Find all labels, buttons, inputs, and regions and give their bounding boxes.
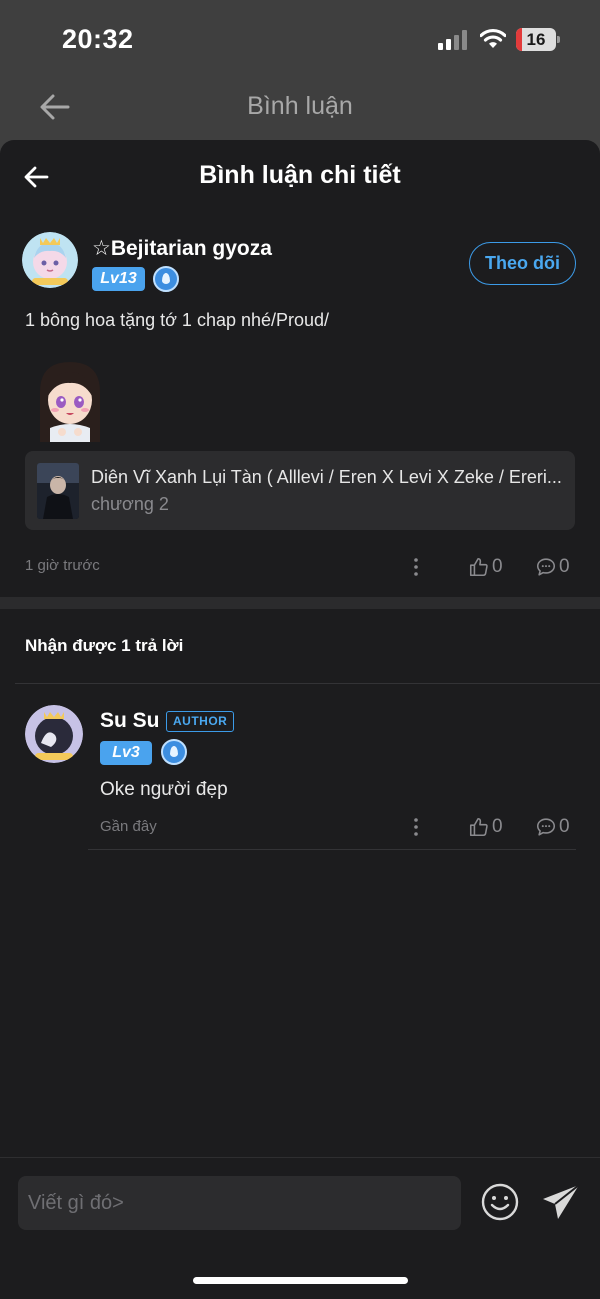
emoji-icon[interactable] <box>480 1182 520 1222</box>
comment-bubble-icon <box>536 558 556 576</box>
comment-text: 1 bông hoa tặng tớ 1 chap nhé/Proud/ <box>25 310 330 330</box>
reply-reply-button[interactable]: 0 <box>535 815 570 839</box>
member-badge-icon <box>153 266 179 292</box>
home-indicator[interactable] <box>193 1277 408 1284</box>
page-title: Bình luận chi tiết <box>199 161 401 189</box>
battery-indicator: 16 <box>516 28 560 51</box>
reply-more-options-icon[interactable] <box>411 817 421 837</box>
like-count: 0 <box>492 556 503 577</box>
parent-title: Bình luận <box>247 92 353 120</box>
send-icon[interactable] <box>541 1182 581 1222</box>
story-link-card[interactable]: Diên Vĩ Xanh Lụi Tàn ( Alllevi / Eren X … <box>25 451 575 530</box>
story-cover-image <box>37 463 79 519</box>
comment-detail-sheet: Bình luận chi tiết ☆Bejitarian gyoza Lv1… <box>0 140 600 1299</box>
reply-username[interactable]: Su Su <box>100 709 160 733</box>
story-chapter: chương 2 <box>91 494 169 514</box>
thumbs-up-icon <box>469 817 488 837</box>
reply-like-button[interactable]: 0 <box>468 815 503 839</box>
reply-like-count: 0 <box>492 816 503 837</box>
comment-username[interactable]: ☆Bejitarian gyoza <box>92 236 272 261</box>
divider <box>88 849 576 850</box>
reply-reply-count: 0 <box>559 816 570 837</box>
reply-count: 0 <box>559 556 570 577</box>
reply-text: Oke người đẹp <box>100 779 228 800</box>
wifi-icon <box>480 28 506 48</box>
replies-header: Nhận được 1 trả lời <box>25 636 184 655</box>
reply-time: Gần đây <box>100 818 157 835</box>
screen: 20:32 16 Bình luận Bình luận chi tiết ☆B… <box>0 0 600 1299</box>
section-divider <box>0 597 600 609</box>
thumbs-up-icon <box>469 557 488 577</box>
like-button[interactable]: 0 <box>468 555 503 579</box>
reply-button[interactable]: 0 <box>535 555 570 579</box>
divider <box>15 683 600 684</box>
avatar[interactable] <box>22 232 78 288</box>
reply-avatar[interactable] <box>25 705 83 763</box>
reply-member-badge-icon <box>161 739 187 765</box>
battery-percent: 16 <box>526 30 546 49</box>
sticker-image <box>40 362 100 442</box>
avatar-image <box>22 232 78 288</box>
sheet-header: Bình luận chi tiết <box>0 140 600 216</box>
cellular-signal-icon <box>438 30 467 50</box>
comment-bubble-icon <box>536 818 556 836</box>
level-badge: Lv13 <box>92 267 145 291</box>
status-time: 20:32 <box>62 24 134 54</box>
author-badge: AUTHOR <box>166 711 235 732</box>
comment-input[interactable] <box>18 1176 461 1230</box>
parent-header: Bình luận <box>0 80 600 140</box>
reply-avatar-image <box>25 705 83 763</box>
status-bar: 20:32 16 <box>0 0 600 80</box>
reply-level-badge: Lv3 <box>100 741 152 765</box>
follow-button[interactable]: Theo dõi <box>469 242 576 285</box>
more-options-icon[interactable] <box>411 557 421 577</box>
story-title: Diên Vĩ Xanh Lụi Tàn ( Alllevi / Eren X … <box>91 467 562 487</box>
comment-time: 1 giờ trước <box>25 557 100 574</box>
